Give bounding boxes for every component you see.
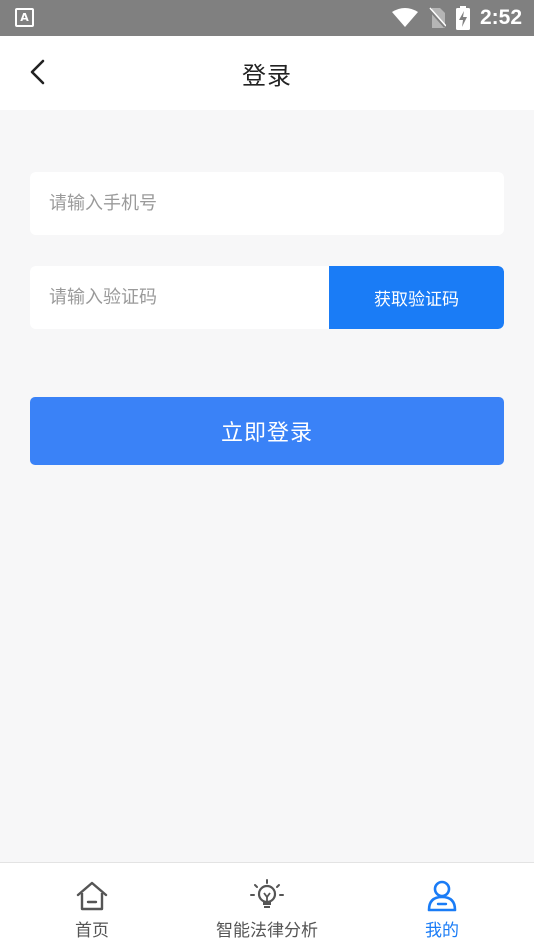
no-sim-icon — [428, 7, 446, 28]
nav-label-mine: 我的 — [425, 921, 459, 941]
nav-item-mine[interactable]: 我的 — [353, 863, 531, 951]
chevron-left-icon — [30, 59, 45, 85]
phone-input[interactable] — [30, 172, 504, 235]
top-app-bar: 登录 — [0, 36, 534, 110]
code-field — [30, 266, 329, 329]
nav-item-home[interactable]: 首页 — [3, 863, 181, 951]
get-code-button[interactable]: 获取验证码 — [329, 266, 504, 329]
nav-label-home: 首页 — [75, 921, 109, 941]
bottom-nav: 首页 智能法律分析 我的 — [0, 862, 534, 951]
back-button[interactable] — [20, 54, 56, 90]
status-bar-right: 2:52 — [391, 0, 522, 36]
battery-charging-icon — [455, 6, 470, 30]
lightbulb-icon — [249, 878, 285, 914]
wifi-icon — [391, 8, 418, 27]
page-title: 登录 — [242, 61, 292, 90]
home-icon — [74, 878, 110, 914]
verification-code-row: 获取验证码 — [30, 266, 504, 329]
login-button[interactable]: 立即登录 — [30, 397, 504, 465]
verification-code-input[interactable] — [30, 266, 329, 329]
nav-label-legal-analysis: 智能法律分析 — [216, 921, 318, 941]
nav-item-legal-analysis[interactable]: 智能法律分析 — [178, 863, 356, 951]
status-bar: A 2:52 — [0, 0, 534, 36]
a-letter-icon: A — [15, 8, 34, 27]
phone-field — [30, 172, 504, 235]
user-icon — [424, 878, 460, 914]
status-time: 2:52 — [479, 6, 522, 29]
